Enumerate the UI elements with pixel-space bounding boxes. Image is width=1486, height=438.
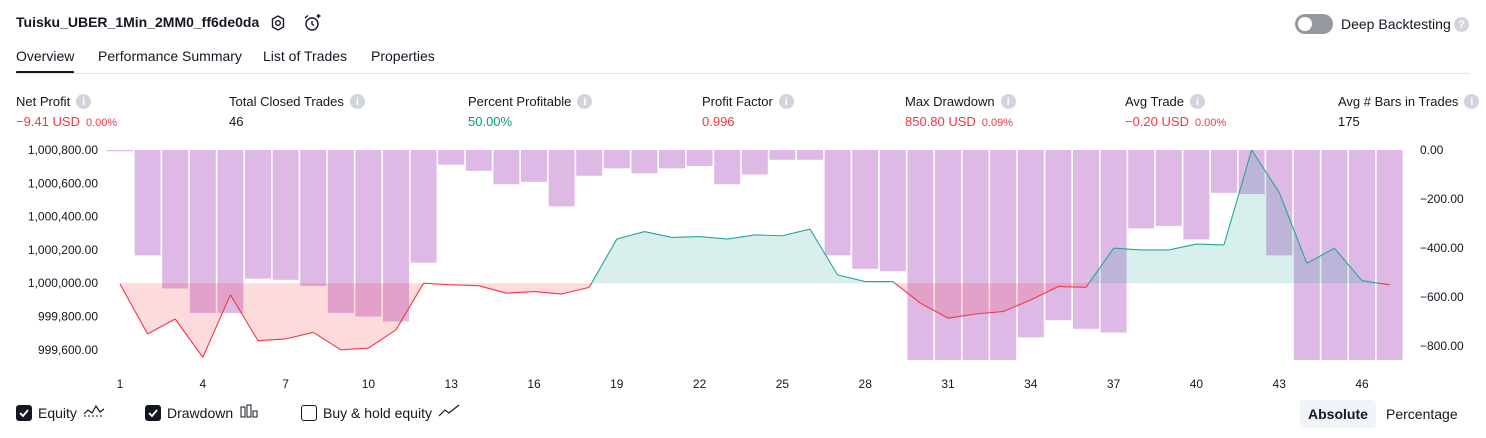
drawdown-bar	[162, 150, 189, 289]
drawdown-bar	[465, 150, 492, 171]
drawdown-bar	[797, 150, 823, 160]
drawdown-bar	[852, 150, 879, 269]
drawdown-bar	[824, 150, 851, 256]
x-axis-tick-label: 34	[1024, 377, 1038, 391]
left-axis-tick-label: 1,000,600.00	[28, 176, 98, 190]
right-axis-tick-label: −800.00	[1420, 339, 1464, 353]
buy-hold-checkbox[interactable]	[301, 404, 317, 421]
left-axis-tick-label: 999,600.00	[38, 343, 98, 357]
left-axis-tick-label: 1,000,400.00	[28, 210, 98, 224]
drawdown-bar	[714, 150, 741, 185]
left-axis-tick-label: 1,000,000.00	[28, 276, 98, 290]
drawdown-bar	[576, 150, 603, 176]
drawdown-bar	[1073, 150, 1099, 329]
x-axis-tick-label: 13	[445, 377, 459, 391]
x-axis-tick-label: 1	[117, 377, 124, 391]
drawdown-bar	[990, 150, 1017, 360]
x-axis-tick-label: 25	[776, 377, 790, 391]
right-axis-tick-label: 0.00	[1420, 143, 1444, 157]
drawdown-bar	[935, 150, 961, 360]
x-axis-tick-label: 22	[693, 377, 707, 391]
right-axis-tick-label: −600.00	[1420, 290, 1464, 304]
drawdown-bar	[1183, 150, 1210, 240]
legend-drawdown[interactable]: Drawdown	[145, 404, 261, 421]
legend-equity[interactable]: Equity	[16, 404, 105, 421]
drawdown-bar	[907, 150, 934, 360]
drawdown-bar	[1155, 150, 1182, 226]
drawdown-bar	[493, 150, 520, 185]
x-axis-tick-label: 16	[527, 377, 541, 391]
drawdown-bar	[631, 150, 658, 174]
percentage-toggle[interactable]: Percentage	[1378, 400, 1466, 428]
drawdown-bar	[1100, 150, 1127, 333]
drawdown-bar	[300, 150, 327, 286]
drawdown-bar	[769, 150, 796, 160]
legend-drawdown-label: Drawdown	[167, 404, 234, 421]
x-axis-tick-label: 46	[1355, 377, 1369, 391]
equity-loss-area	[120, 283, 1390, 358]
x-axis-tick-label: 31	[941, 377, 955, 391]
buy-hold-line-icon	[438, 404, 460, 421]
legend-buy-hold[interactable]: Buy & hold equity	[301, 404, 460, 421]
drawdown-bar	[686, 150, 713, 166]
right-axis-tick-label: −400.00	[1420, 241, 1464, 255]
drawdown-bar	[1045, 150, 1072, 321]
drawdown-bar	[1349, 150, 1375, 360]
x-axis-tick-label: 28	[859, 377, 873, 391]
left-axis-tick-label: 1,000,200.00	[28, 243, 98, 257]
x-axis-tick-label: 40	[1190, 377, 1204, 391]
x-axis-tick-label: 19	[610, 377, 624, 391]
equity-checkbox[interactable]	[16, 404, 32, 421]
right-axis-tick-label: −200.00	[1420, 192, 1464, 206]
drawdown-bar	[410, 150, 437, 263]
drawdown-bar	[1128, 150, 1155, 229]
drawdown-bar	[438, 150, 465, 165]
drawdown-bar	[741, 150, 768, 175]
drawdown-bar	[962, 150, 989, 360]
drawdown-bar	[107, 150, 133, 152]
drawdown-bar	[548, 150, 575, 207]
drawdown-checkbox[interactable]	[145, 404, 161, 421]
absolute-toggle[interactable]: Absolute	[1300, 400, 1376, 428]
equity-line-icon	[83, 404, 105, 421]
x-axis-tick-label: 37	[1107, 377, 1121, 391]
drawdown-bar	[1376, 150, 1403, 360]
legend-equity-label: Equity	[38, 404, 77, 421]
drawdown-bars-icon	[239, 404, 261, 421]
drawdown-bar	[134, 150, 161, 256]
equity-drawdown-chart[interactable]: 1,000,800.00 1,000,600.00 1,000,400.00 1,00…	[0, 0, 1486, 400]
legend-buy-hold-label: Buy & hold equity	[323, 404, 432, 421]
x-axis-tick-label: 7	[282, 377, 289, 391]
drawdown-bar	[603, 150, 630, 169]
drawdown-bar	[659, 150, 685, 169]
drawdown-bar	[521, 150, 547, 182]
drawdown-bar	[245, 150, 271, 279]
drawdown-bar	[1017, 150, 1044, 338]
left-axis-tick-label: 1,000,800.00	[28, 143, 98, 157]
x-axis-tick-label: 4	[199, 377, 206, 391]
left-axis-tick-label: 999,800.00	[38, 310, 98, 324]
drawdown-bar	[272, 150, 299, 280]
drawdown-bar	[879, 150, 906, 272]
drawdown-bar	[1211, 150, 1237, 193]
x-axis-tick-label: 43	[1273, 377, 1287, 391]
x-axis-tick-label: 10	[362, 377, 376, 391]
